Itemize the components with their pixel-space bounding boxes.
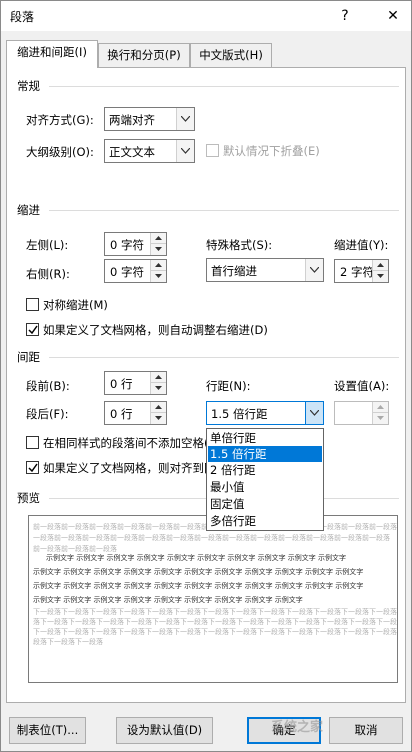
divider xyxy=(49,210,399,211)
right-indent-value: 0 字符 xyxy=(110,265,144,279)
spin-down-icon[interactable] xyxy=(373,271,388,282)
paragraph-dialog: 段落 ? ✕ 缩进和间距(I) 换行和分页(P) 中文版式(H) 常规 对齐方式… xyxy=(0,0,412,752)
spacing-at-label: 设置值(A): xyxy=(334,379,390,393)
chevron-down-icon[interactable] xyxy=(305,402,323,424)
section-preview-heading: 预览 xyxy=(17,491,40,505)
section-indentation-heading: 缩进 xyxy=(17,203,40,217)
dropdown-option-1-5[interactable]: 1.5 倍行距 xyxy=(208,446,322,462)
right-indent-label: 右侧(R): xyxy=(26,267,70,281)
indent-by-value: 2 字符 xyxy=(340,265,374,279)
tab-asian-typography[interactable]: 中文版式(H) xyxy=(190,43,272,67)
check-icon xyxy=(28,463,38,473)
dropdown-option-multiple[interactable]: 多倍行距 xyxy=(208,513,322,529)
left-indent-spinner[interactable]: 0 字符 xyxy=(104,232,167,256)
indent-by-spinner[interactable]: 2 字符 xyxy=(334,259,389,283)
alignment-value: 两端对齐 xyxy=(109,113,155,127)
space-after-spinner[interactable]: 0 行 xyxy=(104,401,167,425)
auto-adjust-checkbox[interactable] xyxy=(26,323,39,336)
outline-level-value: 正文文本 xyxy=(109,145,155,159)
collapse-label: 默认情况下折叠(E) xyxy=(223,144,320,158)
watermark: 系统之家 xyxy=(271,720,324,735)
preview-prev-line: 一段落前一段落前一段落前一段落前一段落前一段落前一段落前一段落前一段落前一段落前… xyxy=(33,534,390,542)
alignment-select[interactable]: 两端对齐 xyxy=(104,107,195,131)
special-indent-label: 特殊格式(S): xyxy=(206,238,273,252)
check-icon xyxy=(28,325,38,335)
tab-indents-spacing[interactable]: 缩进和间距(I) xyxy=(6,40,98,68)
set-default-button[interactable]: 设为默认值(D) xyxy=(116,717,213,744)
spin-up-icon[interactable] xyxy=(373,260,388,271)
title-bar: 段落 ? ✕ xyxy=(1,1,411,31)
preview-sample-line: 示例文字 示例文字 示例文字 示例文字 示例文字 示例文字 示例文字 示例文字 … xyxy=(33,596,303,604)
special-indent-value: 首行缩进 xyxy=(211,264,257,278)
preview-next-line: 落下一段落下一段落下一段落下一段落下一段落下一段落下一段落下一段落下一段落下一段… xyxy=(33,618,397,626)
dropdown-option-exactly[interactable]: 固定值 xyxy=(208,496,322,512)
spin-up-icon[interactable] xyxy=(151,233,166,244)
auto-adjust-label: 如果定义了文档网格，则自动调整右缩进(D) xyxy=(43,323,268,337)
spin-down-icon[interactable] xyxy=(151,271,166,282)
preview-sample-line: 示例文字 示例文字 示例文字 示例文字 示例文字 示例文字 示例文字 示例文字 … xyxy=(33,568,364,576)
space-before-value: 0 行 xyxy=(110,377,133,391)
spacing-at-spinner[interactable] xyxy=(334,401,389,425)
dropdown-option-double[interactable]: 2 倍行距 xyxy=(208,462,322,478)
spin-down-icon[interactable] xyxy=(151,383,166,394)
no-space-same-style-label: 在相同样式的段落间不添加空格(C) xyxy=(43,436,222,450)
left-indent-value: 0 字符 xyxy=(110,238,144,252)
preview-next-line: 下一段落下一段落下一段落下一段落下一段落下一段落下一段落下一段落下一段落下一段落… xyxy=(33,608,397,616)
spin-down-icon[interactable] xyxy=(373,413,388,424)
close-icon[interactable]: ✕ xyxy=(381,5,405,27)
right-indent-spinner[interactable]: 0 字符 xyxy=(104,259,167,283)
spin-up-icon[interactable] xyxy=(151,260,166,271)
special-indent-select[interactable]: 首行缩进 xyxy=(206,258,324,282)
preview-sample-line: 示例文字 示例文字 示例文字 示例文字 示例文字 示例文字 示例文字 示例文字 … xyxy=(33,582,364,590)
cancel-button[interactable]: 取消 xyxy=(329,717,403,744)
collapse-checkbox[interactable] xyxy=(206,144,219,157)
section-spacing-heading: 间距 xyxy=(17,350,40,364)
preview-next-line: 下一段落下一段落下一段落下一段落下一段落下一段落下一段落下一段落下一段落下一段落… xyxy=(33,628,397,636)
left-indent-label: 左侧(L): xyxy=(26,238,69,252)
dropdown-option-single[interactable]: 单倍行距 xyxy=(208,430,322,446)
line-spacing-select[interactable]: 1.5 倍行距 xyxy=(206,401,324,425)
chevron-down-icon[interactable] xyxy=(176,140,194,162)
spin-up-icon[interactable] xyxy=(373,402,388,413)
section-general-heading: 常规 xyxy=(17,79,40,93)
dialog-title: 段落 xyxy=(10,10,35,24)
snap-to-grid-checkbox[interactable] xyxy=(26,461,39,474)
spin-up-icon[interactable] xyxy=(151,402,166,413)
space-after-value: 0 行 xyxy=(110,407,133,421)
chevron-down-icon[interactable] xyxy=(176,108,194,130)
line-spacing-value: 1.5 倍行距 xyxy=(211,407,268,421)
divider xyxy=(49,86,399,87)
preview-sample-line: 示例文字 示例文字 示例文字 示例文字 示例文字 示例文字 示例文字 示例文字 … xyxy=(46,554,347,562)
space-before-label: 段前(B): xyxy=(26,379,70,393)
mirror-indent-checkbox[interactable] xyxy=(26,298,39,311)
spin-down-icon[interactable] xyxy=(151,244,166,255)
help-button[interactable]: ? xyxy=(333,5,357,27)
line-spacing-dropdown: 单倍行距 1.5 倍行距 2 倍行距 最小值 固定值 多倍行距 xyxy=(206,428,324,531)
indent-by-label: 缩进值(Y): xyxy=(334,238,389,252)
preview-next-line: 段落下一段落下一段落 xyxy=(33,638,103,646)
line-spacing-label: 行距(N): xyxy=(206,379,251,393)
outline-level-label: 大纲级别(O): xyxy=(26,145,94,159)
alignment-label: 对齐方式(G): xyxy=(26,113,94,127)
space-before-spinner[interactable]: 0 行 xyxy=(104,371,167,395)
spin-up-icon[interactable] xyxy=(151,372,166,383)
divider xyxy=(49,357,399,358)
outline-level-select[interactable]: 正文文本 xyxy=(104,139,195,163)
spin-down-icon[interactable] xyxy=(151,413,166,424)
tabs-button[interactable]: 制表位(T)... xyxy=(9,717,86,744)
dropdown-option-at-least[interactable]: 最小值 xyxy=(208,479,322,495)
space-after-label: 段后(F): xyxy=(26,407,69,421)
preview-box: 前一段落前一段落前一段落前一段落前一段落前一段落前一段落前一段落前一段落前一段落… xyxy=(28,515,398,683)
mirror-indent-label: 对称缩进(M) xyxy=(43,298,108,312)
tab-line-page-breaks[interactable]: 换行和分页(P) xyxy=(98,43,190,67)
chevron-down-icon[interactable] xyxy=(305,259,323,281)
no-space-same-style-checkbox[interactable] xyxy=(26,436,39,449)
